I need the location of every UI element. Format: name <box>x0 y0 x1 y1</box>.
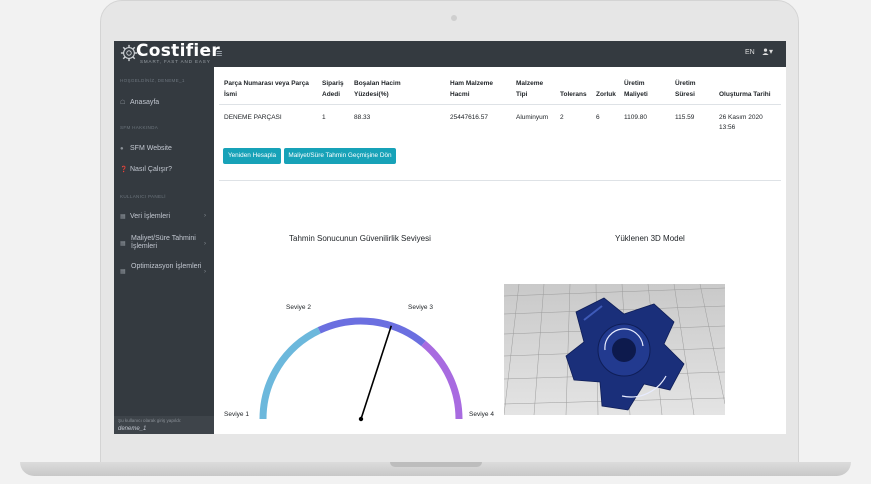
reliability-gauge: Seviye 1 Seviye 2 Seviye 3 Seviye 4 <box>224 304 494 422</box>
sidebar-item-label: Nasıl Çalışır? <box>130 166 173 173</box>
logged-in-user: deneme_1 <box>118 426 147 432</box>
gauge-label-level-1: Seviye 1 <box>224 411 249 418</box>
chevron-right-icon: › <box>204 241 206 247</box>
gauge-label-level-3: Seviye 3 <box>408 304 433 311</box>
table-icon: ▦ <box>120 214 126 220</box>
sidebar-section-title: KULLANICI PANELİ <box>120 194 166 199</box>
gauge-arc-level-3 <box>421 340 463 420</box>
brand-tagline: SMART, FAST AND EASY <box>140 59 211 64</box>
top-navbar: Costifier SMART, FAST AND EASY ≡ EN ▾ <box>114 41 786 67</box>
table-cell: 115.59 <box>675 114 695 121</box>
chevron-right-icon: › <box>204 269 206 275</box>
sidebar-item-label: Anasayfa <box>130 99 160 106</box>
table-icon: ▦ <box>120 269 126 275</box>
table-cell: 2 <box>560 114 564 121</box>
hamburger-icon[interactable]: ≡ <box>216 48 222 60</box>
table-header: Üretim Süresi <box>675 80 696 98</box>
gauge-label-level-4: Seviye 4 <box>469 411 494 418</box>
table-cell: Aluminyum <box>516 114 549 121</box>
sidebar-greeting: HOŞGELDİNİZ, DENEME_1 <box>120 78 185 83</box>
table-header: Oluşturma Tarihi <box>719 91 771 98</box>
sidebar-footer: Şu kullanıcı olarak giriş yapıldı: denem… <box>114 416 214 434</box>
table-header: Zorluk <box>596 91 616 98</box>
sidebar-item-home[interactable]: ☖ Anasayfa <box>120 99 212 106</box>
user-icon <box>762 48 769 55</box>
sidebar: HOŞGELDİNİZ, DENEME_1 ☖ Anasayfa SFM HAKK… <box>114 67 214 434</box>
app-window: Costifier SMART, FAST AND EASY ≡ EN ▾ HO… <box>114 41 786 434</box>
main-content: Parça Numarası veya Parça İsmi Sipariş A… <box>214 67 786 434</box>
question-icon: ❓ <box>120 167 128 173</box>
sidebar-item-optimization[interactable]: ▦ Optimizasyon İşlemleri › <box>120 263 212 281</box>
model-title: Yüklenen 3D Model <box>615 234 685 243</box>
table-cell: 1109.80 <box>624 114 648 121</box>
brand-name: Costifier <box>136 41 221 61</box>
brand-logo[interactable]: Costifier SMART, FAST AND EASY <box>118 41 220 66</box>
home-icon: ☖ <box>120 100 126 106</box>
laptop-notch <box>390 462 482 467</box>
table-header: Tolerans <box>560 91 587 98</box>
user-menu[interactable]: ▾ <box>762 47 773 56</box>
3d-model-viewer[interactable] <box>504 284 725 415</box>
gauge-needle <box>360 325 393 420</box>
gauge-hub <box>358 416 364 422</box>
sidebar-section-title: SFM HAKKINDA <box>120 125 159 130</box>
sidebar-item-label: Optimizasyon İşlemleri <box>131 263 202 270</box>
sidebar-item-data-operations[interactable]: ▦ Veri İşlemleri › <box>120 213 212 220</box>
sidebar-item-label: SFM Website <box>130 145 172 152</box>
table-icon: ▦ <box>120 241 126 247</box>
language-selector[interactable]: EN <box>745 49 755 56</box>
user-menu-caret: ▾ <box>769 47 774 56</box>
camera-icon <box>451 15 457 21</box>
3d-model-render <box>504 284 725 415</box>
sidebar-item-cost-time-estimation[interactable]: ▦ Maliyet/Süre Tahmini İşlemleri › <box>120 235 212 253</box>
sidebar-item-label: Veri İşlemleri <box>130 213 171 220</box>
gauge-arc-level-1 <box>259 327 321 420</box>
gauge-label-level-2: Seviye 2 <box>286 304 311 311</box>
sidebar-item-label: Maliyet/Süre Tahmini İşlemleri <box>131 235 196 250</box>
table-cell: 26 Kasım 2020 13:56 <box>719 114 763 131</box>
gauge-arc-level-2 <box>317 317 426 347</box>
globe-icon: ● <box>120 146 124 152</box>
table-cell: 6 <box>596 114 600 121</box>
sidebar-item-how-it-works[interactable]: ❓ Nasıl Çalışır? <box>120 166 212 173</box>
sidebar-item-sfm-website[interactable]: ● SFM Website <box>120 145 212 152</box>
table-header: Malzeme Tipi <box>516 80 544 98</box>
chevron-right-icon: › <box>204 213 206 219</box>
table-header: Üretim Maliyeti <box>624 80 648 98</box>
logged-in-note: Şu kullanıcı olarak giriş yapıldı: <box>118 418 182 423</box>
